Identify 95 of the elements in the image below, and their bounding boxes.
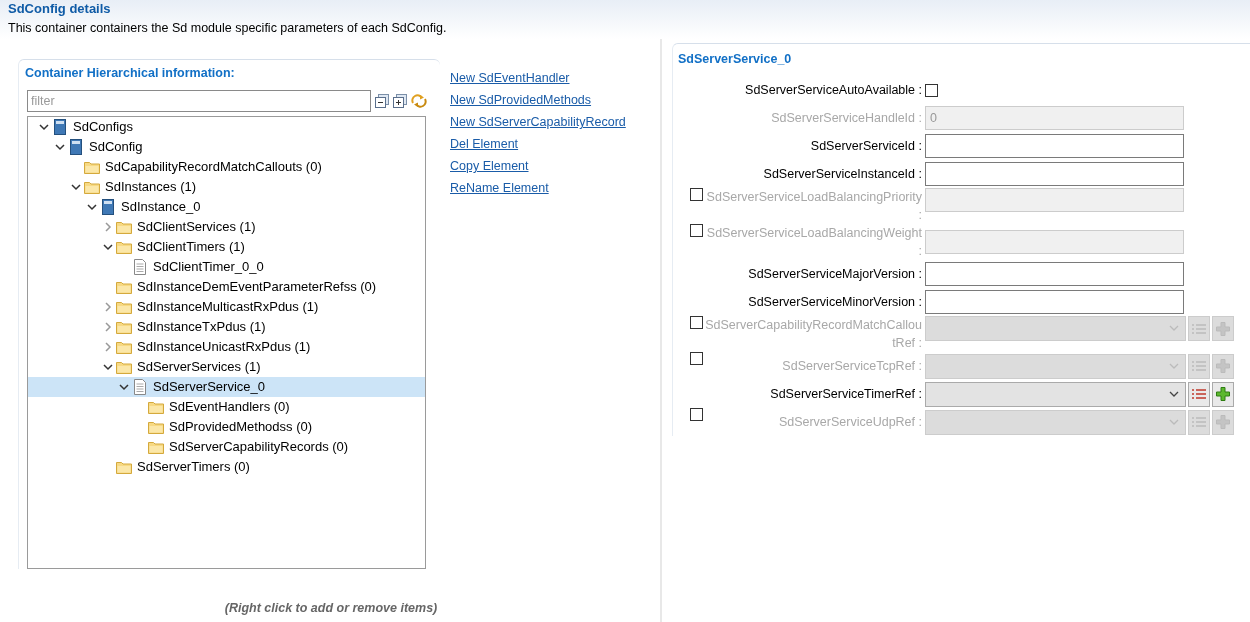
text-field[interactable] — [925, 162, 1184, 186]
plus-icon — [1216, 415, 1230, 429]
tree-item[interactable]: SdProvidedMethodss (0) — [28, 417, 425, 437]
folder-icon — [148, 419, 164, 435]
field-label: SdServerServiceId : — [809, 138, 923, 155]
chevron-down-icon — [1169, 390, 1179, 398]
text-field[interactable] — [925, 262, 1184, 286]
tree-item[interactable]: SdConfig — [28, 137, 425, 157]
tree-item[interactable]: SdInstanceUnicastRxPdus (1) — [28, 337, 425, 357]
folder-icon — [148, 399, 164, 415]
list-icon — [1192, 417, 1206, 427]
folder-icon — [116, 319, 132, 335]
tree-item[interactable]: SdInstanceMulticastRxPdus (1) — [28, 297, 425, 317]
list-icon — [1192, 361, 1206, 371]
enable-checkbox[interactable] — [690, 188, 703, 201]
detail-title: SdServerService_0 — [678, 51, 793, 68]
book-icon — [68, 139, 84, 155]
plus-icon — [1216, 359, 1230, 373]
folder-icon — [116, 299, 132, 315]
add-button[interactable] — [1212, 381, 1234, 407]
section-title: Container Hierarchical information: — [25, 65, 236, 82]
tree-item[interactable]: SdServerService_0 — [28, 377, 425, 397]
chevron-down-icon[interactable] — [119, 383, 129, 391]
folder-icon — [116, 339, 132, 355]
tree-item[interactable]: SdClientTimers (1) — [28, 237, 425, 257]
tree-item[interactable]: SdInstance_0 — [28, 197, 425, 217]
field-label: SdServerServiceLoadBalancingWeight : — [705, 225, 923, 260]
tree-item[interactable]: SdServerTimers (0) — [28, 457, 425, 477]
hint-text: (Right click to add or remove items) — [223, 600, 439, 617]
chevron-down-icon[interactable] — [87, 203, 97, 211]
document-icon — [132, 379, 148, 395]
action-link[interactable]: New SdServerCapabilityRecord — [450, 111, 626, 133]
field-label: SdServerServiceMinorVersion : — [747, 294, 923, 311]
folder-icon — [116, 359, 132, 375]
folder-icon — [148, 439, 164, 455]
tree-item[interactable]: SdClientServices (1) — [28, 217, 425, 237]
field-label: SdServerServiceLoadBalancingPriority : — [705, 189, 923, 224]
browse-button[interactable] — [1188, 381, 1210, 407]
enable-checkbox[interactable] — [690, 224, 703, 237]
field-label: SdServerCapabilityRecordMatchCalloutRef : — [705, 317, 923, 352]
field-label: SdServerServiceTimerRef : — [769, 386, 923, 403]
page-description: This container containers the Sd module specific parameters of each SdConfig. — [8, 20, 448, 37]
folder-icon — [116, 219, 132, 235]
tree-item[interactable]: SdConfigs — [28, 117, 425, 137]
chevron-down-icon — [1169, 362, 1179, 370]
action-link[interactable]: New SdEventHandler — [450, 67, 570, 89]
enable-checkbox[interactable] — [690, 352, 703, 365]
page-title: SdConfig details — [8, 0, 112, 17]
chevron-down-icon[interactable] — [71, 183, 81, 191]
chevron-down-icon[interactable] — [39, 123, 49, 131]
chevron-down-icon — [1169, 325, 1179, 332]
field-label: SdServerServiceAutoAvailable : — [744, 82, 923, 99]
chevron-down-icon[interactable] — [103, 363, 113, 371]
book-icon — [100, 199, 116, 215]
filter-field[interactable]: filter — [27, 90, 371, 112]
reference-dropdown[interactable] — [925, 381, 1186, 407]
tree-item[interactable]: SdInstanceTxPdus (1) — [28, 317, 425, 337]
tree-item[interactable]: SdInstances (1) — [28, 177, 425, 197]
tree-item[interactable]: SdClientTimer_0_0 — [28, 257, 425, 277]
plus-icon — [1216, 387, 1230, 401]
field-label: SdServerServiceTcpRef : — [781, 358, 923, 375]
plus-icon — [1216, 321, 1230, 336]
folder-icon — [84, 159, 100, 175]
folder-icon — [116, 279, 132, 295]
document-icon — [132, 259, 148, 275]
tree-item[interactable]: SdEventHandlers (0) — [28, 397, 425, 417]
field-label: SdServerServiceMajorVersion : — [747, 266, 923, 283]
text-field[interactable] — [925, 134, 1184, 158]
chevron-down-icon — [1169, 418, 1179, 426]
tree-item[interactable]: SdCapabilityRecordMatchCallouts (0) — [28, 157, 425, 177]
text-field[interactable] — [925, 290, 1184, 314]
tree-item[interactable]: SdServerCapabilityRecords (0) — [28, 437, 425, 457]
action-link[interactable]: Del Element — [450, 133, 519, 155]
book-icon — [52, 119, 68, 135]
expand-all-icon[interactable] — [393, 94, 407, 108]
tree-item[interactable]: SdInstanceDemEventParameterRefss (0) — [28, 277, 425, 297]
action-link[interactable]: ReName Element — [450, 177, 549, 199]
folder-icon — [116, 239, 132, 255]
chevron-down-icon[interactable] — [103, 243, 113, 251]
list-icon — [1192, 389, 1206, 399]
folder-icon — [116, 459, 132, 475]
field-label: SdServerServiceHandleId : — [770, 110, 923, 127]
field-label: SdServerServiceUdpRef : — [777, 414, 923, 431]
field-label: SdServerServiceInstanceId : — [762, 166, 923, 183]
checkbox[interactable] — [925, 83, 938, 97]
list-icon — [1192, 323, 1206, 334]
enable-checkbox[interactable] — [690, 408, 703, 421]
chevron-right-icon[interactable] — [104, 222, 112, 232]
action-link[interactable]: Copy Element — [450, 155, 529, 177]
enable-checkbox[interactable] — [690, 316, 703, 329]
chevron-down-icon[interactable] — [55, 143, 65, 151]
collapse-all-icon[interactable] — [375, 94, 389, 108]
action-link[interactable]: New SdProvidedMethods — [450, 89, 592, 111]
folder-icon — [84, 179, 100, 195]
tree-item[interactable]: SdServerServices (1) — [28, 357, 425, 377]
